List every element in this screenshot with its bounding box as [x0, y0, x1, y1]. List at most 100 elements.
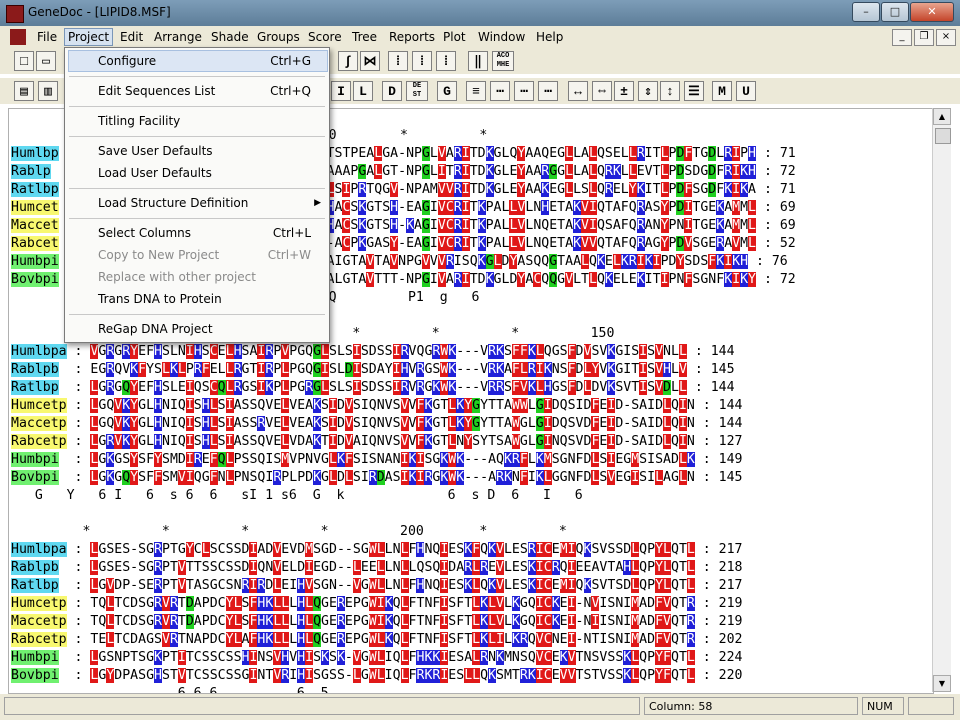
sequence-name[interactable]: Rabcet: [11, 236, 59, 251]
sequence-row[interactable]: Bovbpi : LGYDPASGHSTVTCSSCSSGINTVRIHISGS…: [11, 667, 742, 685]
tool-i-button[interactable]: I: [331, 81, 351, 101]
vertical-icon[interactable]: ⇕: [638, 81, 658, 101]
dots-1-icon[interactable]: ⁞: [388, 51, 408, 71]
stack3-icon[interactable]: ⋯: [514, 81, 534, 101]
sequence-row[interactable]: Rabcetp : TELTCDAGSVRTNAPDCYLAFHKLLLHLQG…: [11, 631, 742, 649]
new-file-icon[interactable]: □: [14, 51, 34, 71]
sequence-row[interactable]: Rablpb : LGSES-SGRPTVTTSSCSSDIQNVELDIEGD…: [11, 559, 742, 577]
close-icon[interactable]: ✕: [910, 2, 954, 22]
sequence-name[interactable]: Humbpi: [11, 254, 59, 269]
sequence-name[interactable]: Humlbpa: [11, 542, 67, 557]
sequence-name[interactable]: Humlbp: [11, 146, 59, 161]
sequence-name[interactable]: Ratlbp: [11, 578, 59, 593]
menu-edit-sequences-list[interactable]: Edit Sequences List: [98, 84, 215, 98]
sequence-row[interactable]: Humlbpa : LGSES-SGRPTGYCLSCSSDIADVEVDMSG…: [11, 541, 742, 559]
sequence-name[interactable]: Humlbpa: [11, 344, 67, 359]
sequence-row[interactable]: Humbpi : LGSNPTSGKPTITCSSCSSHINSVHVHISKS…: [11, 649, 742, 667]
columns-icon[interactable]: ‖: [468, 51, 488, 71]
sequence-row[interactable]: Maccetp : LGQVKYGLHNIQISHLSIASSRVELVEAKS…: [11, 415, 742, 433]
menu-select-columns[interactable]: Select Columns: [98, 226, 191, 240]
sequence-name[interactable]: Rabcetp: [11, 632, 67, 647]
stack2-icon[interactable]: ⋯: [490, 81, 510, 101]
sequence-name[interactable]: Maccetp: [11, 416, 67, 431]
tool-m-button[interactable]: M: [712, 81, 732, 101]
baseline-icon[interactable]: ±: [614, 81, 634, 101]
menu-trans-dna-to-protein[interactable]: Trans DNA to Protein: [98, 292, 222, 306]
sequence-row[interactable]: Humcetp : TQLTCDSGRVRTDAPDCYLSFHKLLLHLQG…: [11, 595, 742, 613]
document-icon[interactable]: [10, 29, 26, 45]
sequence-row[interactable]: Humlbpa : VGRGRYEFHSLNIHSCELHSAIRPVPGQGL…: [11, 343, 735, 361]
spread-icon[interactable]: ↔: [568, 81, 588, 101]
menu-plot[interactable]: Plot: [440, 29, 469, 45]
menu-regap-dna-project[interactable]: ReGap DNA Project: [98, 322, 213, 336]
aco-mhe-icon[interactable]: ACO MHE: [492, 51, 514, 71]
menu-file[interactable]: File: [34, 29, 60, 45]
menu-arrange[interactable]: Arrange: [151, 29, 205, 45]
updown-icon[interactable]: ↕: [660, 81, 680, 101]
sequence-name[interactable]: Bovbpi: [11, 668, 59, 683]
menu-titling-facility[interactable]: Titling Facility: [98, 114, 180, 128]
copy-icon[interactable]: ▤: [14, 81, 34, 101]
sequence-name[interactable]: Ratlbp: [11, 380, 59, 395]
shade-tool-icon[interactable]: ∫: [338, 51, 358, 71]
sequence-row[interactable]: Rabcetp : LGRVKYGLHNIQISHLSIASSQVELVDAKT…: [11, 433, 742, 451]
sequence-name[interactable]: Rablp: [11, 164, 51, 179]
sequence-name[interactable]: Humcetp: [11, 398, 67, 413]
squeeze-icon[interactable]: ⇔: [592, 81, 612, 101]
scroll-up-icon[interactable]: ▲: [933, 108, 951, 125]
menu-project[interactable]: Project: [64, 28, 114, 46]
sequence-row[interactable]: Humcetp : LGQVKYGLHNIQISHLSIASSQVELVEAKS…: [11, 397, 742, 415]
grid-tool-icon[interactable]: ⋈: [360, 51, 380, 71]
sequence-name[interactable]: Maccet: [11, 218, 59, 233]
list-icon[interactable]: ☰: [684, 81, 704, 101]
sequence-row[interactable]: Ratlbp : LGRGQYEFHSLEIQSCQLRGSIKPLPGRGLS…: [11, 379, 735, 397]
menu-groups[interactable]: Groups: [254, 29, 303, 45]
tool-d-button[interactable]: D: [382, 81, 402, 101]
sequence-name[interactable]: Bovbpi: [11, 470, 59, 485]
sequence-name[interactable]: Rablpb: [11, 362, 59, 377]
tool-u-button[interactable]: U: [736, 81, 756, 101]
sequence-name[interactable]: Humcetp: [11, 596, 67, 611]
sequence-row[interactable]: Ratlbp : LGVDP-SERPTVTASGCSNRIRDLEIHVSGN…: [11, 577, 742, 595]
mdi-minimize-icon[interactable]: _: [892, 29, 912, 46]
menu-configure[interactable]: Configure: [98, 54, 156, 68]
sequence-row[interactable]: Rablpb : EGRQVKFYSLKLPRFELLRGTIRPLPGQGIS…: [11, 361, 735, 379]
mdi-restore-icon[interactable]: ❐: [914, 29, 934, 46]
paste-icon[interactable]: ▥: [38, 81, 58, 101]
sequence-row[interactable]: Bovbpi : LGKGQYSFFSMVIQGFNLPNSQIRPLPDKGL…: [11, 469, 742, 487]
sequence-name[interactable]: Humcet: [11, 200, 59, 215]
menu-load-structure-definition[interactable]: Load Structure Definition: [98, 196, 248, 210]
maximize-icon[interactable]: □: [881, 2, 909, 22]
tool-l-button[interactable]: L: [353, 81, 373, 101]
dots-3-icon[interactable]: ⁞: [436, 51, 456, 71]
sequence-name[interactable]: Rablpb: [11, 560, 59, 575]
scroll-down-icon[interactable]: ▼: [933, 675, 951, 692]
menu-save-user-defaults[interactable]: Save User Defaults: [98, 144, 213, 158]
open-file-icon[interactable]: ▭: [36, 51, 56, 71]
scroll-thumb[interactable]: [935, 128, 951, 144]
sequence-name[interactable]: Ratlbp: [11, 182, 59, 197]
dest-button[interactable]: DE ST: [406, 81, 428, 101]
sequence-name[interactable]: Bovbpi: [11, 272, 59, 287]
menu-tree[interactable]: Tree: [349, 29, 380, 45]
menu-edit[interactable]: Edit: [117, 29, 146, 45]
stack4-icon[interactable]: ⋯: [538, 81, 558, 101]
menu-window[interactable]: Window: [475, 29, 528, 45]
mdi-close-icon[interactable]: ×: [936, 29, 956, 46]
vertical-scrollbar[interactable]: ▲ ▼: [932, 108, 951, 692]
stack-icon[interactable]: ≡: [466, 81, 486, 101]
sequence-name[interactable]: Rabcetp: [11, 434, 67, 449]
dots-2-icon[interactable]: ⁞: [412, 51, 432, 71]
menu-reports[interactable]: Reports: [386, 29, 438, 45]
sequence-row[interactable]: Maccetp : TQLTCDSGRVRTDAPDCYLSFHKLLLHLQG…: [11, 613, 742, 631]
tool-g-button[interactable]: G: [437, 81, 457, 101]
sequence-row[interactable]: Humbpi : LGKGSYSFYSMDIREFQLPSSQISMVPNVGL…: [11, 451, 742, 469]
menu-score[interactable]: Score: [305, 29, 345, 45]
sequence-name[interactable]: Humbpi: [11, 650, 59, 665]
sequence-name[interactable]: Humbpi: [11, 452, 59, 467]
menu-shade[interactable]: Shade: [208, 29, 252, 45]
menu-load-user-defaults[interactable]: Load User Defaults: [98, 166, 212, 180]
minimize-icon[interactable]: –: [852, 2, 880, 22]
menu-help[interactable]: Help: [533, 29, 566, 45]
sequence-name[interactable]: Maccetp: [11, 614, 67, 629]
